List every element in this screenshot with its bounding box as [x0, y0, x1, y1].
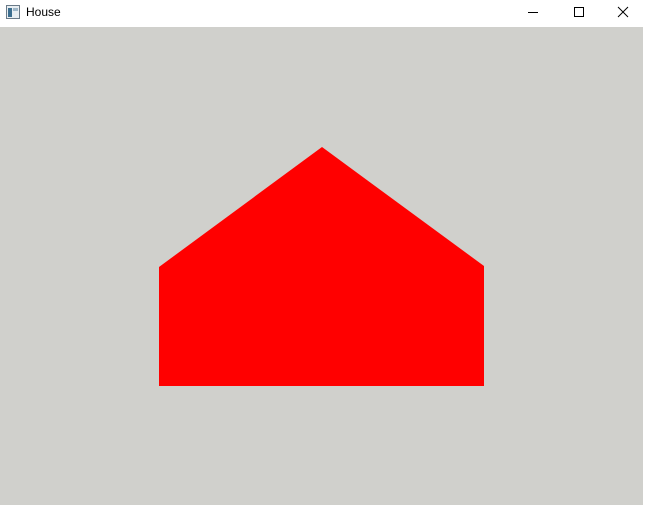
maximize-icon: [573, 5, 585, 23]
close-button[interactable]: [600, 0, 646, 27]
maximize-button[interactable]: [556, 0, 602, 27]
title-bar[interactable]: House: [0, 0, 646, 27]
minimize-button[interactable]: [510, 0, 556, 27]
house-shape: [159, 147, 484, 386]
drawing-canvas[interactable]: [0, 27, 643, 505]
app-window-icon: [6, 5, 20, 19]
app-window: House: [0, 0, 646, 505]
minimize-icon: [527, 5, 539, 23]
close-icon: [617, 5, 629, 23]
window-title: House: [26, 5, 61, 19]
